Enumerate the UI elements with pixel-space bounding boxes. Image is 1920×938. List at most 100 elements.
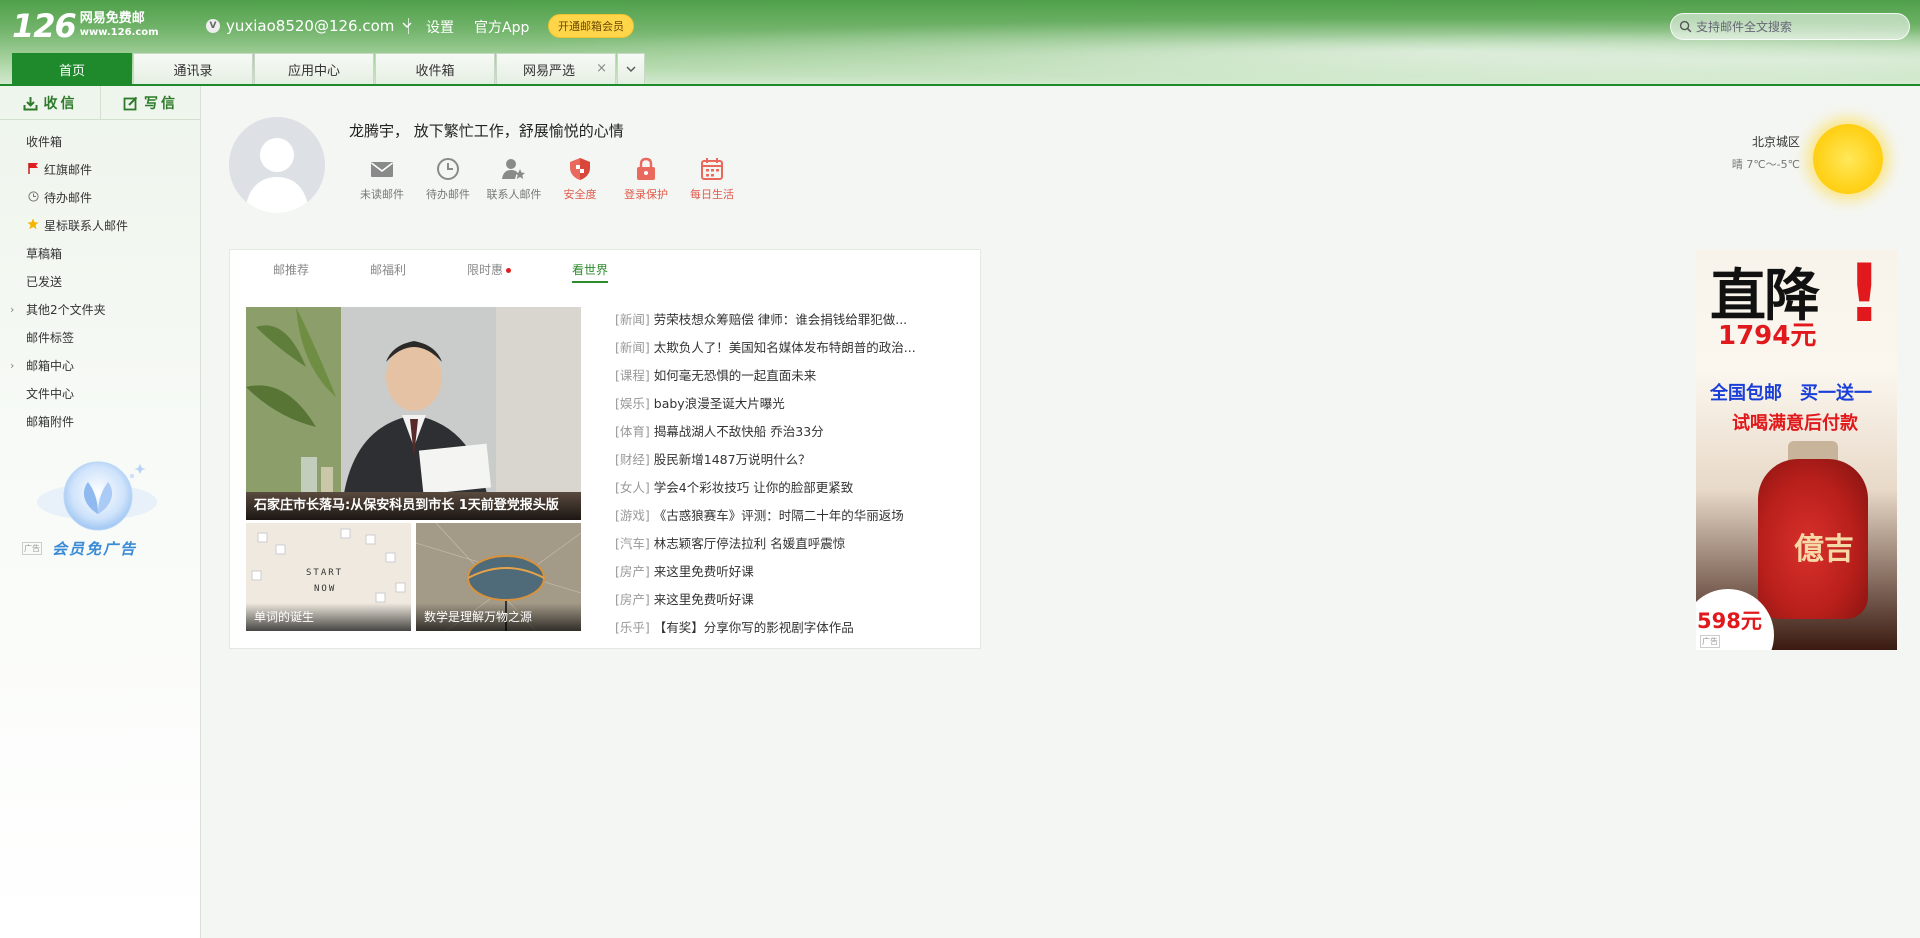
ad-tag: 广告 xyxy=(22,542,42,555)
logo[interactable]: 126 网易免费邮 www.126.com xyxy=(12,6,159,46)
news-item[interactable]: [体育] 揭幕战湖人不敌快船 乔治33分 xyxy=(615,418,916,446)
leaf-bubble-icon xyxy=(37,461,157,531)
folder-file-center[interactable]: 文件中心 xyxy=(0,380,200,408)
folder-flagged[interactable]: 红旗邮件 xyxy=(0,156,200,184)
liquor-advertisement[interactable]: 直降 ! 1794元 全国包邮 买一送一 试喝满意后付款 億吉 598元 广告 xyxy=(1696,249,1897,650)
folder-sent[interactable]: 已发送 xyxy=(0,268,200,296)
write-label: 写信 xyxy=(144,96,178,112)
search-input[interactable] xyxy=(1696,19,1896,34)
folder-drafts[interactable]: 草稿箱 xyxy=(0,240,200,268)
headline-photo[interactable]: 石家庄市长落马:从保安科员到市长 1天前登党报头版 xyxy=(246,307,581,520)
tab-yanxuan[interactable]: 网易严选 × xyxy=(496,53,616,84)
news-category: [新闻] xyxy=(615,312,650,327)
account-email: yuxiao8520@126.com xyxy=(226,17,395,35)
quick-todo[interactable]: 待办邮件 xyxy=(415,156,481,202)
headline-caption: 石家庄市长落马:从保安科员到市长 1天前登党报头版 xyxy=(246,492,581,520)
quick-label: 联系人邮件 xyxy=(486,188,542,201)
tab-home[interactable]: 首页 xyxy=(12,53,132,84)
quick-unread[interactable]: 未读邮件 xyxy=(349,156,415,202)
news-item[interactable]: [女人] 学会4个彩妆技巧 让你的脸部更紧致 xyxy=(615,474,916,502)
chevron-right-icon[interactable]: › xyxy=(10,296,14,324)
news-tab-world[interactable]: 看世界 xyxy=(572,261,609,283)
chevron-right-icon[interactable]: › xyxy=(10,352,14,380)
tiles-word-1: START xyxy=(306,568,343,578)
account-menu[interactable]: V yuxiao8520@126.com xyxy=(206,16,412,36)
tabs-more-button[interactable] xyxy=(617,53,645,84)
news-item[interactable]: [财经] 股民新增1487万说明什么？ xyxy=(615,446,916,474)
folder-label: 文件中心 xyxy=(26,387,75,401)
tab-label: 收件箱 xyxy=(415,63,455,79)
news-item[interactable]: [新闻] 劳荣枝想众筹赔偿 律师：谁会捐钱给罪犯做... xyxy=(615,306,916,334)
news-title: 《古惑狼赛车》评测：时隔二十年的华丽返场 xyxy=(653,508,904,523)
news-tab-recommend[interactable]: 邮推荐 xyxy=(273,261,309,283)
top-bar: 126 网易免费邮 www.126.com V yuxiao8520@126.c… xyxy=(0,0,1920,86)
settings-link[interactable]: 设置 xyxy=(426,17,454,37)
download-icon xyxy=(23,96,37,110)
ad-tag: 广告 xyxy=(1700,635,1720,648)
story-caption: 数学是理解万物之源 xyxy=(416,603,581,631)
news-category: [汽车] xyxy=(615,536,650,551)
news-title: 劳荣枝想众筹赔偿 律师：谁会捐钱给罪犯做... xyxy=(653,312,908,327)
news-title: 太欺负人了！美国知名媒体发布特朗普的政治... xyxy=(653,340,916,355)
quick-label: 待办邮件 xyxy=(426,188,470,201)
news-item[interactable]: [房产] 来这里免费听好课 xyxy=(615,558,916,586)
folder-label: 收件箱 xyxy=(26,135,63,149)
news-tab-limited[interactable]: 限时惠 xyxy=(467,261,512,283)
news-item[interactable]: [新闻] 太欺负人了！美国知名媒体发布特朗普的政治... xyxy=(615,334,916,362)
weather-temp: 晴 7℃～-5℃ xyxy=(1731,158,1800,171)
news-item[interactable]: [游戏] 《古惑狼赛车》评测：时隔二十年的华丽返场 xyxy=(615,502,916,530)
news-item[interactable]: [汽车] 林志颖客厅停法拉利 名媛直呼震惊 xyxy=(615,530,916,558)
news-title: baby浪漫圣诞大片曝光 xyxy=(653,396,785,411)
news-tab-welfare[interactable]: 邮福利 xyxy=(370,261,406,283)
news-title: 林志颖客厅停法拉利 名媛直呼震惊 xyxy=(653,536,846,551)
weather-widget[interactable]: 北京城区 晴 7℃～-5℃ xyxy=(1720,133,1800,172)
news-category: [新闻] xyxy=(615,340,650,355)
avatar[interactable] xyxy=(229,117,325,213)
quick-security[interactable]: 安全度 xyxy=(547,156,613,202)
receive-mail-button[interactable]: 收信 xyxy=(0,86,100,120)
folder-label: 星标联系人邮件 xyxy=(44,219,129,233)
folder-todo[interactable]: 待办邮件 xyxy=(0,184,200,212)
story-photo-math[interactable]: 数学是理解万物之源 xyxy=(416,523,581,631)
folder-label: 其他2个文件夹 xyxy=(26,303,106,317)
quick-contacts[interactable]: 联系人邮件 xyxy=(481,156,547,202)
ad-free-promo[interactable]: 广告 会员免广告 xyxy=(22,456,172,566)
folder-list: 收件箱 红旗邮件 待办邮件 星标联系人邮件 草稿箱 已发送 › 其他2个文件夹 … xyxy=(0,128,200,436)
mail-search[interactable] xyxy=(1670,13,1910,40)
news-item[interactable]: [房产] 来这里免费听好课 xyxy=(615,586,916,614)
ad-promo-payment: 试喝满意后付款 xyxy=(1732,413,1858,434)
avatar-silhouette-icon xyxy=(229,117,325,213)
folder-starred-contacts[interactable]: 星标联系人邮件 xyxy=(0,212,200,240)
folder-inbox[interactable]: 收件箱 xyxy=(0,128,200,156)
quick-label: 每日生活 xyxy=(690,188,734,201)
quick-login-protect[interactable]: 登录保护 xyxy=(613,156,679,202)
tab-contacts[interactable]: 通讯录 xyxy=(133,53,253,84)
official-app-link[interactable]: 官方App xyxy=(474,17,529,37)
news-category: [体育] xyxy=(615,424,650,439)
folder-other[interactable]: › 其他2个文件夹 xyxy=(0,296,200,324)
close-icon[interactable]: × xyxy=(596,61,607,76)
news-item[interactable]: [课程] 如何毫无恐惧的一起直面未来 xyxy=(615,362,916,390)
folder-attachments[interactable]: 邮箱附件 xyxy=(0,408,200,436)
press-conference-image xyxy=(246,307,581,520)
folder-tags[interactable]: 邮件标签 xyxy=(0,324,200,352)
news-item[interactable]: [娱乐] baby浪漫圣诞大片曝光 xyxy=(615,390,916,418)
clock-icon xyxy=(437,158,459,180)
news-item[interactable]: [乐乎] 【有奖】分享你写的影视剧字体作品 xyxy=(615,614,916,642)
open-vip-button[interactable]: 开通邮箱会员 xyxy=(548,14,634,38)
news-list: [新闻] 劳荣枝想众筹赔偿 律师：谁会捐钱给罪犯做... [新闻] 太欺负人了！美国… xyxy=(615,306,916,642)
quick-daily-life[interactable]: 每日生活 xyxy=(679,156,745,202)
folder-mail-center[interactable]: › 邮箱中心 xyxy=(0,352,200,380)
receive-label: 收信 xyxy=(43,96,78,112)
quick-stats: 未读邮件 待办邮件 联系人邮件 安全度 登录保护 每日生活 xyxy=(349,156,745,202)
ad-discount-price: 1794元 xyxy=(1718,321,1817,351)
story-photo-words[interactable]: START NOW 单词的诞生 xyxy=(246,523,411,631)
tab-app-center[interactable]: 应用中心 xyxy=(254,53,374,84)
news-category: [乐乎] xyxy=(615,620,650,635)
write-mail-button[interactable]: 写信 xyxy=(100,86,200,120)
tab-inbox[interactable]: 收件箱 xyxy=(375,53,495,84)
lock-icon xyxy=(637,157,655,180)
home-content: 龙腾宇， 放下繁忙工作，舒展愉悦的心情 未读邮件 待办邮件 联系人邮件 安全度 … xyxy=(201,86,1920,938)
news-title: 来这里免费听好课 xyxy=(653,564,754,579)
calendar-icon xyxy=(701,158,723,180)
